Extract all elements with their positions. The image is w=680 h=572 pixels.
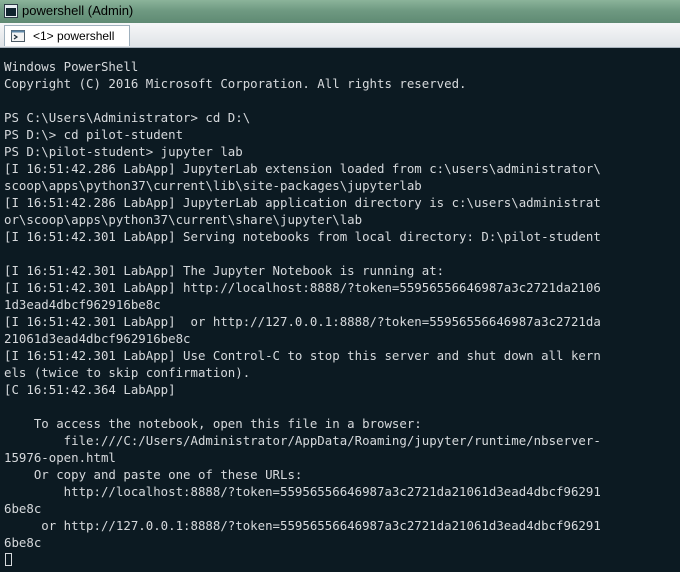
console-line: [I 16:51:42.301 LabApp] The Jupyter Note… xyxy=(4,263,445,278)
tab-powershell[interactable]: <1> powershell xyxy=(4,25,130,46)
console-line: http://localhost:8888/?token=55956556646… xyxy=(4,484,601,499)
console-line: Copyright (C) 2016 Microsoft Corporation… xyxy=(4,76,467,91)
console-line: To access the notebook, open this file i… xyxy=(4,416,422,431)
console-line: [I 16:51:42.286 LabApp] JupyterLab exten… xyxy=(4,161,601,176)
console-line: 6be8c xyxy=(4,535,42,550)
text-cursor xyxy=(5,553,12,566)
console-line: Windows PowerShell xyxy=(4,59,139,74)
tab-label: <1> powershell xyxy=(33,29,115,43)
console-line: [C 16:51:42.364 LabApp] xyxy=(4,382,176,397)
console-line: or http://127.0.0.1:8888/?token=55956556… xyxy=(4,518,601,533)
console-line: 21061d3ead4dbcf962916be8c xyxy=(4,331,191,346)
console-line: PS D:\> cd pilot-student xyxy=(4,127,184,142)
console-line: [I 16:51:42.301 LabApp] Use Control-C to… xyxy=(4,348,601,363)
console-line: els (twice to skip confirmation). xyxy=(4,365,251,380)
console-line: 1d3ead4dbcf962916be8c xyxy=(4,297,161,312)
powershell-app-icon xyxy=(4,4,18,18)
powershell-window: powershell (Admin) <1> powershell Window… xyxy=(0,0,680,572)
console-line: file:///C:/Users/Administrator/AppData/R… xyxy=(4,433,601,448)
terminal-icon xyxy=(11,30,25,42)
tab-bar: <1> powershell xyxy=(0,23,680,48)
title-bar[interactable]: powershell (Admin) xyxy=(0,0,680,24)
console-line: scoop\apps\python37\current\lib\site-pac… xyxy=(4,178,422,193)
console-line: PS D:\pilot-student> jupyter lab xyxy=(4,144,243,159)
console-output[interactable]: Windows PowerShell Copyright (C) 2016 Mic… xyxy=(0,48,680,572)
window-title: powershell (Admin) xyxy=(22,3,134,18)
console-line: 6be8c xyxy=(4,501,42,516)
console-line: Or copy and paste one of these URLs: xyxy=(4,467,303,482)
console-line: PS C:\Users\Administrator> cd D:\ xyxy=(4,110,251,125)
console-line: [I 16:51:42.301 LabApp] or http://127.0.… xyxy=(4,314,601,329)
console-line: or\scoop\apps\python37\current\share\jup… xyxy=(4,212,363,227)
console-line: 15976-open.html xyxy=(4,450,116,465)
console-line: [I 16:51:42.301 LabApp] http://localhost… xyxy=(4,280,601,295)
console-line: [I 16:51:42.286 LabApp] JupyterLab appli… xyxy=(4,195,601,210)
console-line: [I 16:51:42.301 LabApp] Serving notebook… xyxy=(4,229,601,244)
